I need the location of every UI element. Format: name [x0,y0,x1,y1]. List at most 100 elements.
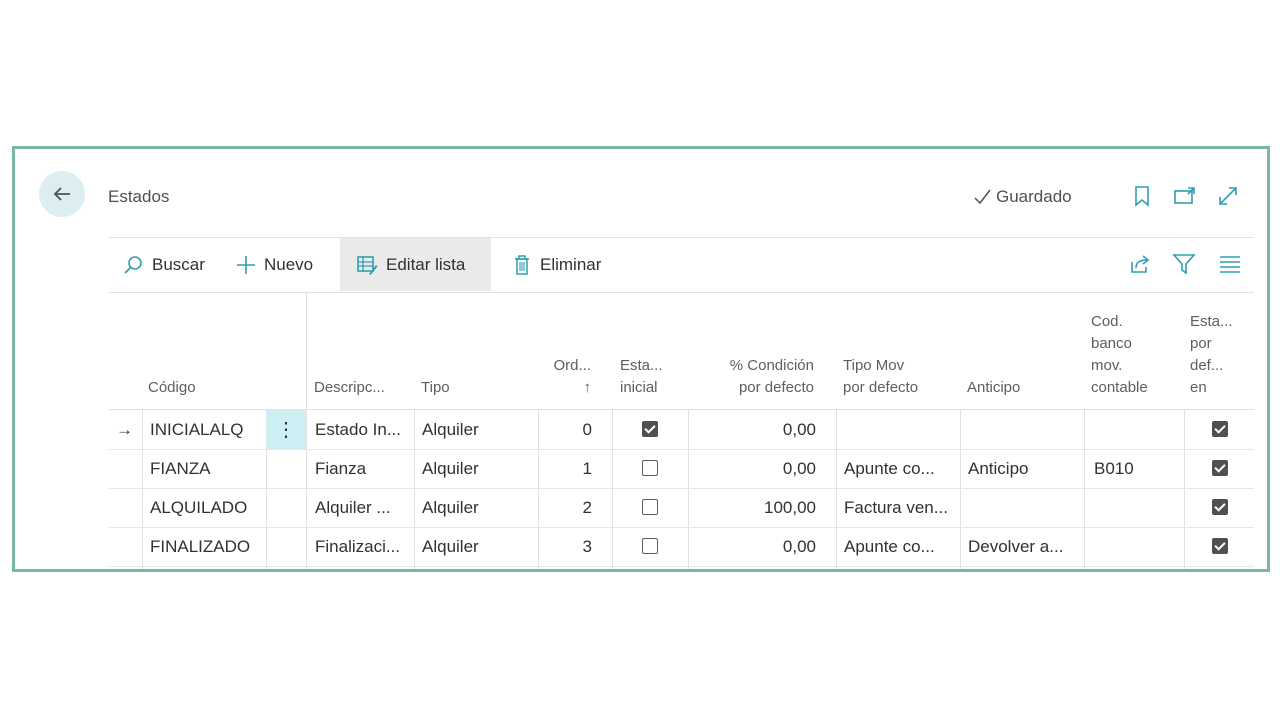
header-codigo[interactable]: Código [148,377,196,399]
bookmark-button[interactable] [1129,183,1155,209]
cell-descripcion[interactable]: Estado In... [315,410,412,449]
header-condicion-line2: por defecto [738,379,814,396]
cell-codigo[interactable]: FIANZA [150,449,264,488]
header-cod-banco-line2: banco [1091,335,1132,352]
open-new-window-button[interactable] [1172,183,1198,209]
filter-button[interactable] [1170,250,1198,278]
header-orden[interactable]: Ord... ↑ [538,355,591,399]
cell-tipo-mov[interactable] [844,410,958,449]
new-label: Nuevo [264,254,314,274]
selected-row-arrow-icon: → [116,420,133,439]
cell-tipo-mov[interactable]: Factura ven... [844,488,958,527]
table-row[interactable]: → INICIALALQ ⋮ Estado In... Alquiler 0 0… [108,410,1254,450]
expand-button[interactable] [1215,183,1241,209]
row-menu-button[interactable]: ⋮ [266,410,306,449]
edit-list-icon [357,255,378,275]
header-orden-label: Ord... [553,357,591,374]
cell-orden[interactable]: 3 [544,527,592,566]
cell-descripcion[interactable]: Fianza [315,449,412,488]
cell-anticipo[interactable]: Devolver a... [968,527,1082,566]
cell-orden[interactable]: 2 [544,488,592,527]
cell-cod-banco[interactable] [1094,527,1182,566]
cell-condicion[interactable]: 0,00 [694,410,816,449]
back-arrow-icon [53,187,70,201]
cell-condicion[interactable]: 0,00 [694,527,816,566]
new-button[interactable]: Nuevo [236,238,313,291]
header-estado-defecto-line3: def... [1190,357,1224,374]
back-button[interactable] [39,171,85,217]
checkbox-estado-inicial[interactable] [642,460,658,476]
header-tipo-mov[interactable]: Tipo Mov por defecto [843,355,918,399]
header-estado-defecto-line2: por [1190,335,1212,352]
cell-anticipo[interactable] [968,488,1082,527]
header-estado-inicial-line2: inicial [620,379,658,396]
checkbox-estado-defecto[interactable] [1212,460,1228,476]
header-condicion[interactable]: % Condición por defecto [698,355,814,399]
checkbox-estado-inicial[interactable] [642,538,658,554]
delete-label: Eliminar [540,254,602,274]
list-view-button[interactable] [1216,250,1244,278]
table-body: → INICIALALQ ⋮ Estado In... Alquiler 0 0… [108,409,1254,569]
list-view-icon [1220,256,1240,273]
edit-list-button[interactable]: Editar lista [340,238,491,291]
table-row[interactable]: FINALIZADO Finalizaci... Alquiler 3 0,00… [108,527,1254,567]
header-tipo-mov-line1: Tipo Mov [843,357,905,374]
cell-tipo-mov[interactable]: Apunte co... [844,527,958,566]
delete-button[interactable]: Eliminar [512,238,601,291]
header-condicion-line1: % Condición [729,357,814,374]
share-button[interactable] [1126,250,1154,278]
header-estado-defecto-line4: en [1190,379,1207,396]
header-estado-defecto-line1: Esta... [1190,313,1233,330]
search-icon [124,255,142,274]
search-label: Buscar [152,254,205,274]
header-tipo-mov-line2: por defecto [843,379,919,396]
checkbox-estado-inicial[interactable] [642,499,658,515]
cell-codigo[interactable]: FINALIZADO [150,527,264,566]
cell-descripcion[interactable]: Alquiler ... [315,488,412,527]
cell-anticipo[interactable]: Anticipo [968,449,1082,488]
expand-icon [1219,187,1237,205]
trash-icon [515,254,529,275]
plus-icon [237,255,255,274]
saved-status: Guardado [972,187,1072,207]
cell-tipo[interactable]: Alquiler [422,410,536,449]
table-row[interactable]: FIANZA Fianza Alquiler 1 0,00 Apunte co.… [108,449,1254,489]
header-anticipo[interactable]: Anticipo [967,377,1020,399]
header-cod-banco-line4: contable [1091,379,1148,396]
sort-ascending-icon: ↑ [583,379,592,396]
cell-cod-banco[interactable] [1094,488,1182,527]
cell-orden[interactable]: 1 [544,449,592,488]
checkbox-estado-defecto[interactable] [1212,499,1228,515]
action-toolbar: Buscar Nuevo Editar lista Eliminar [108,237,1254,293]
checkbox-estado-defecto[interactable] [1212,538,1228,554]
saved-label: Guardado [996,187,1072,206]
cell-codigo[interactable]: INICIALALQ [150,410,264,449]
cell-cod-banco[interactable]: B010 [1094,449,1182,488]
cell-descripcion[interactable]: Finalizaci... [315,527,412,566]
cell-tipo[interactable]: Alquiler [422,488,536,527]
header-cod-banco[interactable]: Cod. banco mov. contable [1091,311,1148,399]
cell-anticipo[interactable] [968,410,1082,449]
cell-codigo[interactable]: ALQUILADO [150,488,264,527]
cell-condicion[interactable]: 100,00 [694,488,816,527]
header-tipo[interactable]: Tipo [421,377,450,399]
check-icon [974,189,991,205]
cell-condicion[interactable]: 0,00 [694,449,816,488]
checkbox-estado-inicial[interactable] [642,421,658,437]
search-button[interactable]: Buscar [122,238,205,291]
bookmark-icon [1135,186,1149,207]
cell-tipo[interactable]: Alquiler [422,527,536,566]
header-descripcion[interactable]: Descripc... [314,377,385,399]
cell-tipo[interactable]: Alquiler [422,449,536,488]
header-estado-inicial[interactable]: Esta... inicial [620,355,663,399]
header-estado-inicial-line1: Esta... [620,357,663,374]
table-row[interactable]: ALQUILADO Alquiler ... Alquiler 2 100,00… [108,488,1254,528]
page-frame: Estados Guardado Buscar Nuevo Editar lis… [12,146,1270,572]
header-estado-defecto[interactable]: Esta... por def... en [1190,311,1233,399]
cell-cod-banco[interactable] [1094,410,1182,449]
page-title: Estados [108,187,170,206]
checkbox-estado-defecto[interactable] [1212,421,1228,437]
share-icon [1131,255,1150,273]
cell-tipo-mov[interactable]: Apunte co... [844,449,958,488]
cell-orden[interactable]: 0 [544,410,592,449]
